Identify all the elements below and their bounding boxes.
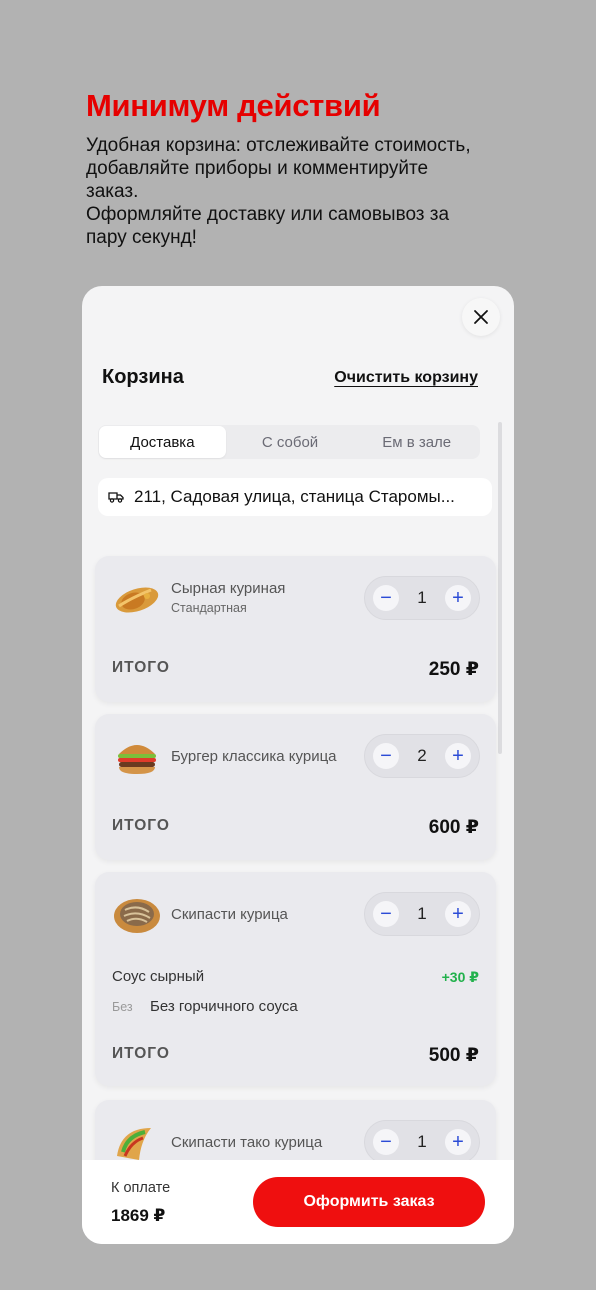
quantity-value: 1 [417, 904, 427, 923]
promo-description: Удобная корзина: отслеживайте стоимость,… [86, 135, 471, 248]
pasta-plate-icon [114, 899, 160, 933]
scrollbar[interactable] [498, 422, 502, 754]
increase-button[interactable]: + [445, 1129, 471, 1155]
shawarma-icon [115, 587, 159, 613]
cart-header: Корзина Очистить корзину [102, 366, 478, 389]
pay-total: 1869 ₽ [111, 1206, 166, 1225]
plus-icon: + [452, 587, 464, 609]
close-button[interactable] [462, 298, 500, 336]
decrease-button[interactable]: − [373, 901, 399, 927]
pay-label: К оплате [111, 1180, 171, 1196]
tab-takeaway[interactable]: С собой [227, 425, 354, 459]
cart-title: Корзина [102, 366, 184, 388]
order-type-tabs: Доставка С собой Ем в зале [98, 425, 480, 459]
cart-item: Скипасти курица − 1 + Соус сырный +30 ₽ … [95, 872, 496, 1086]
cart-item: Бургер классика курица − 2 + ИТОГО 600 ₽ [95, 714, 496, 860]
without-name: Без горчичного соуса [150, 998, 298, 1015]
tab-dine-in[interactable]: Ем в зале [353, 425, 480, 459]
minus-icon: − [380, 587, 392, 609]
item-name: Скипасти тако курица [171, 1134, 323, 1151]
increase-button[interactable]: + [445, 901, 471, 927]
clear-cart-link[interactable]: Очистить корзину [334, 369, 478, 387]
minus-icon: − [380, 745, 392, 767]
address-text: 211, Садовая улица, станица Старомы... [134, 487, 455, 506]
total-value: 500 ₽ [428, 1045, 479, 1066]
decrease-button[interactable]: − [373, 1129, 399, 1155]
item-name: Бургер классика курица [171, 748, 337, 765]
burger-icon [118, 745, 156, 774]
checkout-footer: К оплате 1869 ₽ Оформить заказ [82, 1160, 514, 1244]
item-name: Сырная куриная [171, 580, 286, 597]
quantity-stepper: − 1 + [364, 576, 480, 620]
quantity-stepper: − 1 + [364, 1120, 480, 1164]
decrease-button[interactable]: − [373, 585, 399, 611]
plus-icon: + [452, 1131, 464, 1153]
increase-button[interactable]: + [445, 585, 471, 611]
truck-icon [108, 492, 124, 503]
plus-icon: + [452, 903, 464, 925]
total-value: 250 ₽ [428, 659, 479, 680]
checkout-button[interactable]: Оформить заказ [253, 1177, 485, 1227]
plus-icon: + [452, 745, 464, 767]
quantity-stepper: − 1 + [364, 892, 480, 936]
promo-block: Минимум действий Удобная корзина: отслеж… [86, 88, 526, 249]
tab-delivery[interactable]: Доставка [99, 426, 226, 458]
increase-button[interactable]: + [445, 743, 471, 769]
total-label: ИТОГО [112, 817, 170, 834]
modifier-price: +30 ₽ [441, 969, 479, 985]
quantity-value: 1 [417, 1132, 427, 1151]
decrease-button[interactable]: − [373, 743, 399, 769]
promo-title: Минимум действий [86, 88, 381, 123]
item-variant: Стандартная [171, 601, 247, 615]
minus-icon: − [380, 1131, 392, 1153]
quantity-stepper: − 2 + [364, 734, 480, 778]
cart-sheet: Корзина Очистить корзину Доставка С собо… [82, 286, 514, 1244]
total-label: ИТОГО [112, 659, 170, 676]
quantity-value: 2 [417, 746, 427, 765]
taco-icon [117, 1128, 151, 1160]
cart-item: Сырная куриная Стандартная − 1 + ИТОГО 2… [95, 556, 496, 702]
total-label: ИТОГО [112, 1045, 170, 1062]
total-value: 600 ₽ [428, 817, 479, 838]
delivery-address[interactable]: 211, Садовая улица, станица Старомы... [98, 478, 492, 516]
modifier-name: Соус сырный [112, 968, 205, 985]
close-icon [474, 310, 488, 324]
without-label: Без [112, 1000, 133, 1014]
item-name: Скипасти курица [171, 906, 288, 923]
quantity-value: 1 [417, 588, 427, 607]
minus-icon: − [380, 903, 392, 925]
